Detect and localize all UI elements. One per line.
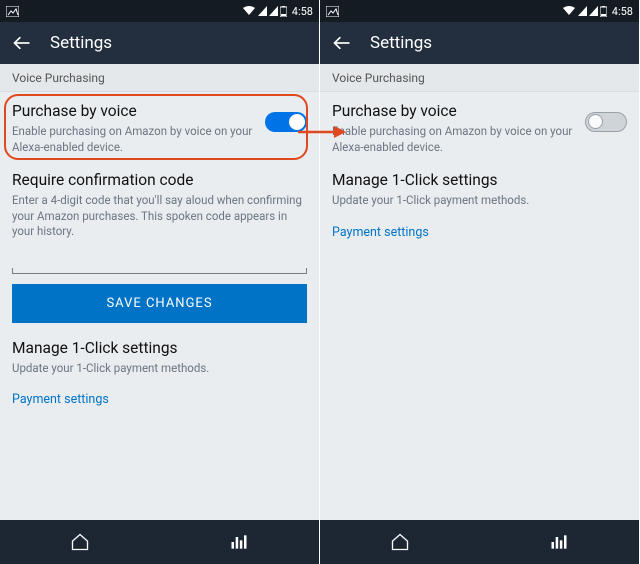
appbar: Settings — [0, 22, 319, 64]
purchase-desc: Enable purchasing on Amazon by voice on … — [332, 124, 575, 155]
manage-title: Manage 1-Click settings — [12, 339, 307, 357]
confirm-code-row: Require confirmation code Enter a 4-digi… — [0, 167, 319, 252]
back-icon[interactable] — [12, 33, 32, 53]
code-input[interactable] — [12, 268, 307, 274]
signal-icon — [578, 6, 587, 16]
signal-icon — [258, 6, 267, 16]
purchase-by-voice-row: Purchase by voice Enable purchasing on A… — [320, 92, 639, 167]
back-icon[interactable] — [332, 33, 352, 53]
purchase-title: Purchase by voice — [332, 102, 575, 120]
save-changes-button[interactable]: SAVE CHANGES — [12, 284, 307, 323]
appbar: Settings — [320, 22, 639, 64]
home-icon[interactable] — [390, 532, 410, 552]
manage-1click-row: Manage 1-Click settings Update your 1-Cl… — [320, 167, 639, 221]
image-icon — [326, 6, 339, 17]
content-right: Purchase by voice Enable purchasing on A… — [320, 92, 639, 520]
phone-right: 4:58 Settings Voice Purchasing Purchase … — [320, 0, 640, 564]
page-title: Settings — [370, 33, 432, 53]
signal-icon — [269, 6, 278, 16]
status-time: 4:58 — [292, 5, 313, 18]
purchase-toggle[interactable] — [265, 112, 307, 132]
image-icon — [6, 6, 19, 17]
phone-left: 4:58 Settings Voice Purchasing Purchase … — [0, 0, 320, 564]
wifi-icon — [242, 6, 256, 16]
statusbar: 4:58 — [320, 0, 639, 22]
payment-settings-link[interactable]: Payment settings — [0, 388, 319, 407]
battery-icon — [280, 6, 287, 17]
content-left: Purchase by voice Enable purchasing on A… — [0, 92, 319, 520]
manage-title: Manage 1-Click settings — [332, 171, 627, 189]
signal-icon — [589, 6, 598, 16]
confirm-desc: Enter a 4-digit code that you'll say alo… — [12, 193, 307, 240]
manage-1click-row: Manage 1-Click settings Update your 1-Cl… — [0, 323, 319, 389]
manage-desc: Update your 1-Click payment methods. — [12, 361, 307, 377]
manage-desc: Update your 1-Click payment methods. — [332, 193, 627, 209]
wifi-icon — [562, 6, 576, 16]
payment-settings-link[interactable]: Payment settings — [320, 221, 639, 240]
status-time: 4:58 — [612, 5, 633, 18]
home-icon[interactable] — [70, 532, 90, 552]
statusbar: 4:58 — [0, 0, 319, 22]
purchase-desc: Enable purchasing on Amazon by voice on … — [12, 124, 255, 155]
purchase-by-voice-row: Purchase by voice Enable purchasing on A… — [0, 92, 319, 167]
battery-icon — [600, 6, 607, 17]
section-header: Voice Purchasing — [320, 64, 639, 92]
purchase-toggle[interactable] — [585, 112, 627, 132]
section-header: Voice Purchasing — [0, 64, 319, 92]
bottom-nav — [0, 520, 319, 564]
purchase-title: Purchase by voice — [12, 102, 255, 120]
page-title: Settings — [50, 33, 112, 53]
confirm-title: Require confirmation code — [12, 171, 307, 189]
equalizer-icon[interactable] — [549, 532, 569, 552]
equalizer-icon[interactable] — [229, 532, 249, 552]
bottom-nav — [320, 520, 639, 564]
